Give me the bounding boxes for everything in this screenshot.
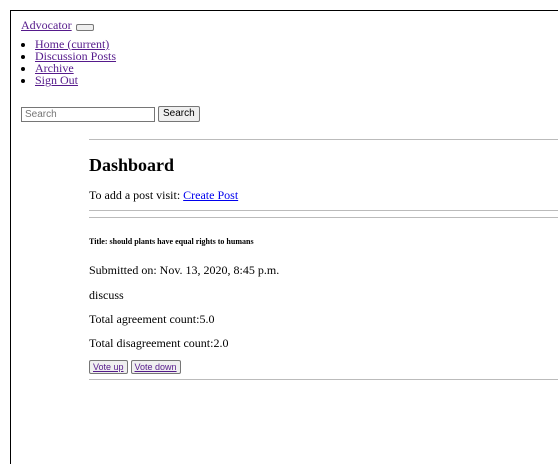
page-frame: Advocator Home (current) Discussion Post… [10, 10, 558, 464]
vote-up-button[interactable]: Vote up [89, 360, 128, 374]
search-button[interactable]: Search [158, 106, 200, 122]
vote-buttons: Vote up Vote down [89, 359, 181, 374]
add-post-text: To add a post visit: [89, 188, 184, 202]
divider [89, 139, 558, 140]
post-body: discuss [89, 288, 124, 302]
divider [89, 217, 558, 218]
create-post-link[interactable]: Create Post [183, 188, 238, 202]
nav-item-sign-out: Sign Out [35, 74, 116, 86]
post-title: Title: should plants have equal rights t… [89, 237, 254, 246]
search-form: Search [21, 106, 200, 122]
post-submitted-date: Submitted on: Nov. 13, 2020, 8:45 p.m. [89, 263, 280, 277]
page-title: Dashboard [89, 155, 175, 175]
search-input[interactable] [21, 106, 155, 122]
disagreement-count: Total disagreement count:2.0 [89, 336, 229, 350]
nav-menu: Home (current) Discussion Posts Archive … [21, 38, 116, 86]
navbar: Advocator Home (current) Discussion Post… [21, 18, 116, 87]
nav-link-sign-out[interactable]: Sign Out [35, 73, 78, 87]
navbar-toggler-button[interactable] [75, 23, 94, 31]
agreement-count: Total agreement count:5.0 [89, 312, 215, 326]
brand-link[interactable]: Advocator [21, 18, 72, 33]
brand-row: Advocator [21, 18, 116, 32]
add-post-line: To add a post visit: Create Post [89, 188, 238, 203]
divider [89, 379, 558, 380]
divider [89, 210, 558, 211]
vote-down-button[interactable]: Vote down [130, 360, 181, 374]
